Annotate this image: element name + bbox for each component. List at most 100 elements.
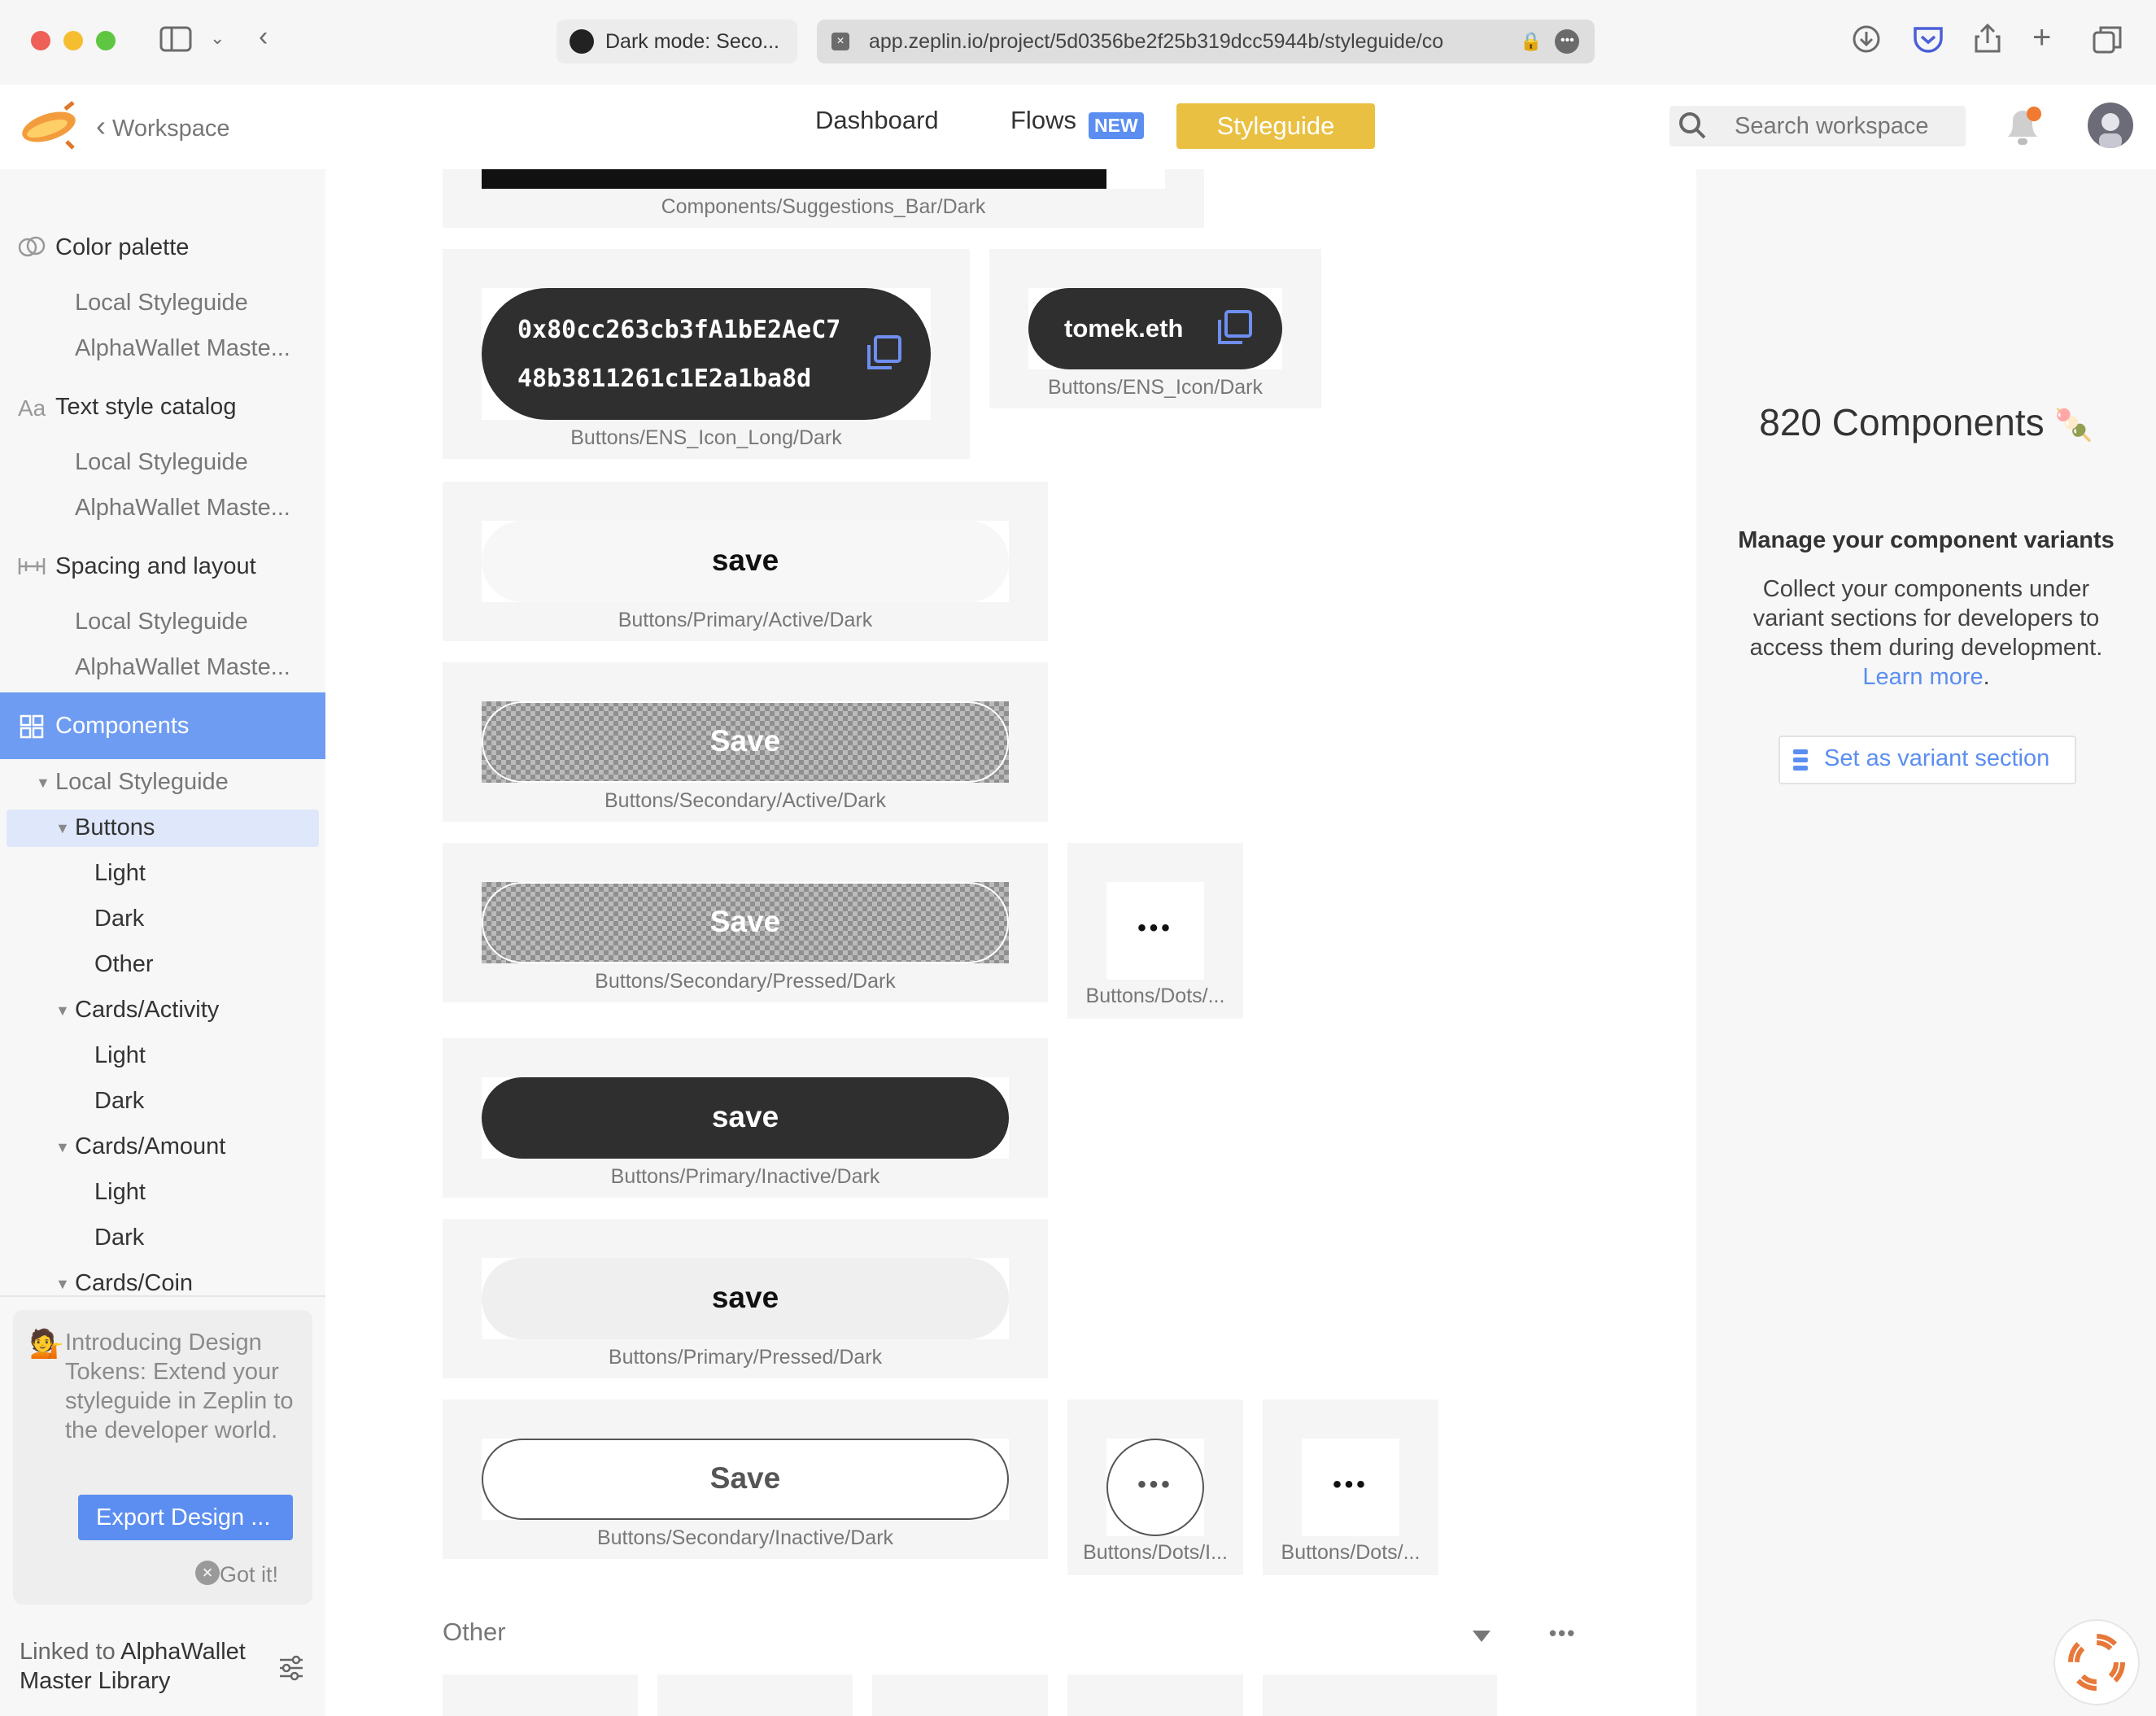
promo-emoji: 💁: [29, 1329, 64, 1360]
learn-more-link[interactable]: Learn more: [1862, 664, 1983, 690]
section-collapse-icon[interactable]: [1471, 1627, 1492, 1648]
copy-icon: [1215, 309, 1253, 351]
sidebar-toggle-icon[interactable]: [159, 26, 192, 57]
tree-buttons[interactable]: Buttons: [75, 814, 155, 841]
dango-emoji: 🍡: [2054, 408, 2093, 443]
component-card[interactable]: [1067, 1675, 1243, 1716]
section-more-icon[interactable]: •••: [1549, 1621, 1576, 1646]
minimize-window-button[interactable]: [63, 31, 83, 50]
help-lifebuoy-icon[interactable]: [2053, 1619, 2140, 1705]
button-text: save: [711, 544, 779, 577]
search-input[interactable]: [1735, 112, 1954, 140]
sidebar-spacing-layout[interactable]: Spacing and layout: [55, 553, 256, 580]
component-label: Buttons/Secondary/Inactive/Dark: [596, 1526, 894, 1549]
tree-cards-activity-dark[interactable]: Dark: [94, 1088, 144, 1115]
dots-button: •••: [1137, 1471, 1173, 1498]
caret-down-icon[interactable]: ▼: [55, 1002, 70, 1020]
sidebar-text-style-catalog[interactable]: Text style catalog: [55, 394, 236, 421]
tree-buttons-selected-bg[interactable]: [7, 810, 319, 847]
ens-address-line-2: 48b3811261c1E2a1ba8d: [517, 365, 812, 393]
sidebar-item-local-styleguide[interactable]: Local Styleguide: [75, 290, 248, 317]
component-card[interactable]: [443, 1675, 638, 1716]
tree-local-styleguide[interactable]: Local Styleguide: [55, 769, 229, 796]
pocket-icon[interactable]: [1912, 24, 1944, 59]
tree-buttons-other[interactable]: Other: [94, 951, 154, 978]
sidebar-item-local-styleguide[interactable]: Local Styleguide: [75, 609, 248, 635]
tab-dashboard[interactable]: Dashboard: [815, 106, 939, 135]
linked-library: Linked to AlphaWallet Master Library: [20, 1637, 280, 1696]
sidebar-color-palette[interactable]: Color palette: [55, 234, 189, 261]
browser-tab-zeplin[interactable]: × app.zeplin.io/project/5d0356be2f25b319…: [817, 20, 1595, 63]
share-icon[interactable]: [1974, 23, 2001, 59]
export-design-tokens-button[interactable]: Export Design ...: [78, 1495, 293, 1540]
component-count-title: 820 Components 🍡: [1759, 401, 2093, 443]
notifications-bell-icon[interactable]: [2001, 104, 2044, 152]
components-icon: [20, 714, 44, 743]
sidebar-item-alphawallet-master[interactable]: AlphaWallet Maste...: [75, 495, 290, 522]
caret-down-icon[interactable]: ▼: [55, 1139, 70, 1156]
linked-prefix: Linked to: [20, 1639, 121, 1665]
more-options-icon[interactable]: •••: [1555, 29, 1580, 54]
tree-cards-activity[interactable]: Cards/Activity: [75, 997, 219, 1024]
tree-buttons-light[interactable]: Light: [94, 860, 146, 887]
back-icon[interactable]: ‹: [259, 23, 268, 50]
component-card[interactable]: [872, 1675, 1048, 1716]
chevron-down-icon[interactable]: ⌄: [210, 29, 225, 47]
tree-buttons-dark[interactable]: Dark: [94, 906, 144, 932]
tab-title: Dark mode: Seco...: [605, 29, 779, 53]
sidebar-item-local-styleguide[interactable]: Local Styleguide: [75, 449, 248, 476]
zoom-window-button[interactable]: [96, 31, 116, 50]
address-bar-url[interactable]: app.zeplin.io/project/5d0356be2f25b319dc…: [869, 30, 1512, 54]
settings-sliders-icon[interactable]: [277, 1653, 306, 1687]
workspace-back-link[interactable]: ‹ Workspace: [96, 109, 230, 143]
tree-cards-amount-light[interactable]: Light: [94, 1179, 146, 1206]
component-label: Buttons/Dots/I...: [1083, 1541, 1228, 1564]
component-card[interactable]: [657, 1675, 853, 1716]
variant-stack-icon: [1790, 747, 1811, 777]
tab-overview-icon[interactable]: [2093, 24, 2123, 59]
component-label: Buttons/Primary/Inactive/Dark: [610, 1165, 880, 1188]
text-style-icon: Aa: [18, 395, 46, 421]
copy-icon: [864, 334, 903, 377]
component-card[interactable]: [1263, 1675, 1497, 1716]
set-variant-section-label: Set as variant section: [1824, 745, 2050, 771]
component-label: Buttons/ENS_Icon/Dark: [1047, 376, 1263, 399]
sidebar-item-alphawallet-master[interactable]: AlphaWallet Maste...: [75, 654, 290, 681]
dots-button: •••: [1137, 915, 1173, 941]
new-tab-icon[interactable]: +: [2032, 21, 2051, 54]
button-text: Save: [709, 724, 781, 758]
tab-styleguide[interactable]: Styleguide: [1176, 103, 1375, 149]
caret-down-icon[interactable]: ▼: [55, 820, 70, 837]
close-window-button[interactable]: [31, 31, 50, 50]
browser-tab-github[interactable]: Dark mode: Seco...: [556, 20, 797, 63]
variant-heading: Manage your component variants: [1738, 527, 2115, 553]
user-avatar[interactable]: [2088, 103, 2133, 148]
caret-down-icon[interactable]: ▼: [55, 1276, 70, 1293]
ens-name-text: tomek.eth: [1064, 314, 1184, 343]
close-tab-icon[interactable]: ×: [831, 33, 849, 50]
tree-cards-amount-dark[interactable]: Dark: [94, 1225, 144, 1251]
sidebar-item-alphawallet-master[interactable]: AlphaWallet Maste...: [75, 335, 290, 362]
tree-cards-amount[interactable]: Cards/Amount: [75, 1133, 225, 1160]
button-text: save: [711, 1281, 779, 1314]
lock-icon: 🔒: [1520, 31, 1543, 51]
github-icon: [570, 29, 594, 54]
component-label: Components/Suggestions_Bar/Dark: [661, 195, 986, 218]
sidebar-components-label: Components: [55, 713, 190, 739]
chevron-left-icon: ‹: [96, 109, 106, 142]
promo-text: Introducing Design Tokens: Extend your s…: [65, 1330, 294, 1443]
section-title-other[interactable]: Other: [443, 1618, 506, 1647]
got-it-link[interactable]: Got it!: [220, 1562, 278, 1587]
spacing-icon: [18, 555, 46, 583]
tree-cards-activity-light[interactable]: Light: [94, 1042, 146, 1069]
zeplin-logo-icon[interactable]: [18, 99, 80, 155]
dots-button: •••: [1333, 1471, 1368, 1498]
new-badge: NEW: [1089, 112, 1144, 139]
caret-down-icon[interactable]: ▼: [36, 775, 50, 792]
tree-cards-coin[interactable]: Cards/Coin: [75, 1270, 193, 1297]
close-circle-icon[interactable]: ×: [195, 1561, 220, 1585]
component-label: Buttons/ENS_Icon_Long/Dark: [570, 426, 842, 449]
component-preview-frame: [1106, 169, 1165, 189]
downloads-icon[interactable]: [1852, 24, 1881, 59]
tab-flows[interactable]: Flows: [1010, 106, 1076, 135]
